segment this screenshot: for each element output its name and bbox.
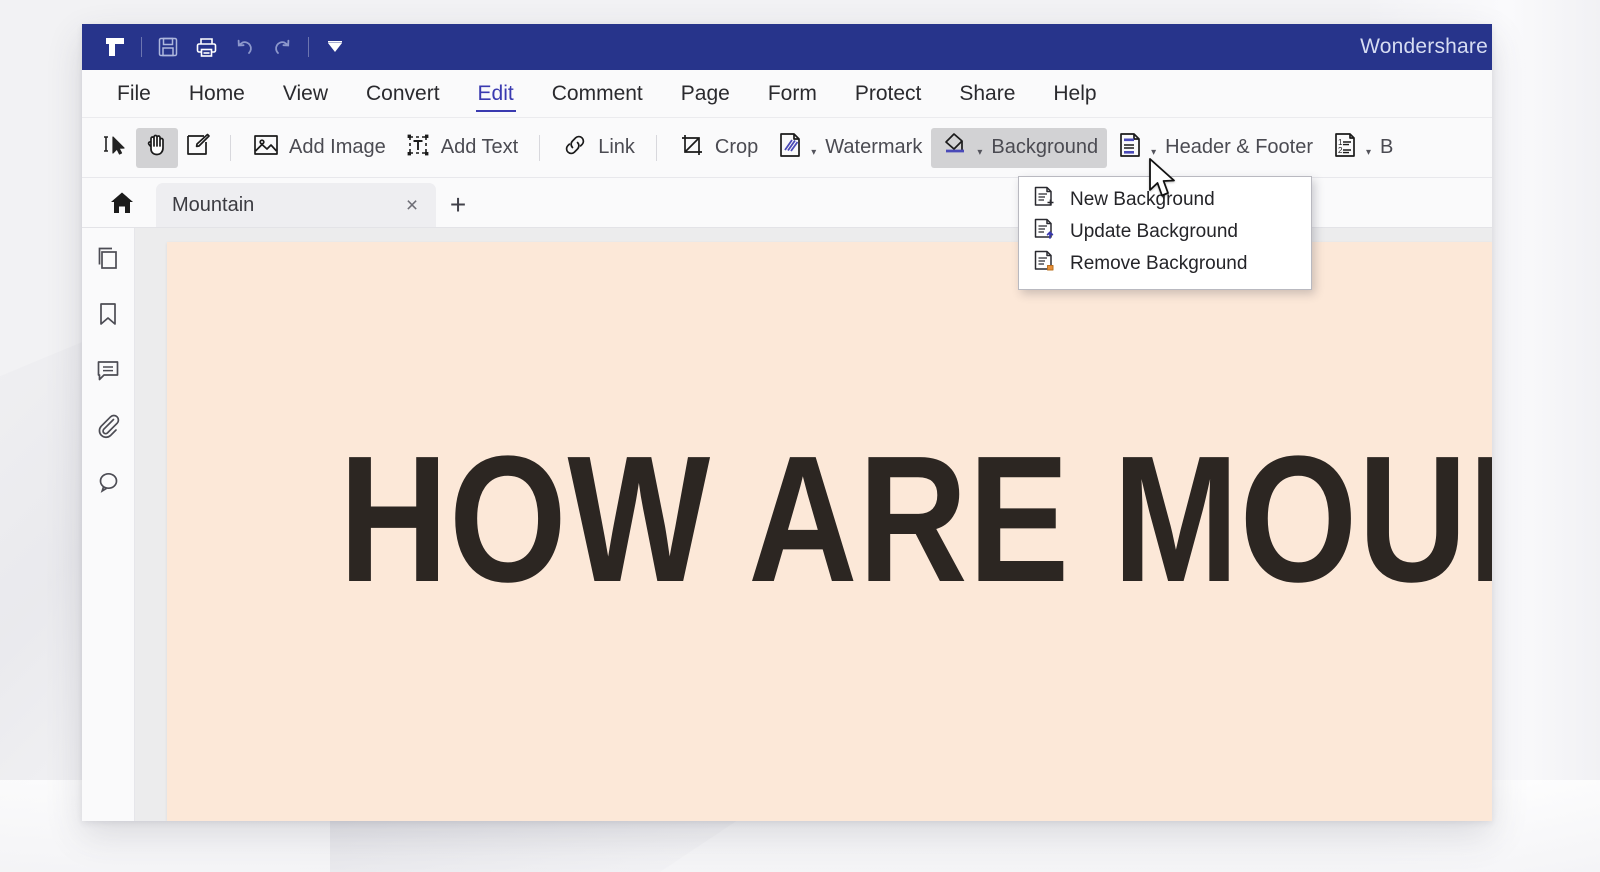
background-chevron-down-icon[interactable]: ▾ bbox=[977, 147, 982, 158]
crop-label: Crop bbox=[714, 136, 759, 158]
pdfelement-logo-icon[interactable] bbox=[96, 29, 134, 65]
document-remove-icon bbox=[1031, 249, 1056, 279]
home-tab-button[interactable] bbox=[96, 183, 148, 227]
menu-item-update-background[interactable]: Update Background bbox=[1019, 216, 1311, 248]
link-button[interactable]: Link bbox=[552, 128, 644, 168]
print-icon[interactable] bbox=[187, 29, 225, 65]
menu-item-new-background[interactable]: New Background bbox=[1019, 184, 1311, 216]
hand-tool[interactable] bbox=[136, 127, 178, 168]
new-tab-button[interactable]: + bbox=[436, 183, 480, 227]
bookmarks-icon bbox=[95, 301, 121, 332]
bates-numbering-label: B bbox=[1380, 136, 1394, 158]
ribbon-divider-2 bbox=[539, 134, 541, 161]
menu-item-home[interactable]: Home bbox=[170, 70, 264, 118]
add-image-label: Add Image bbox=[289, 136, 386, 158]
background-button[interactable]: ▾ Background bbox=[931, 127, 1108, 168]
header-footer-label: Header & Footer bbox=[1165, 136, 1314, 158]
select-cursor-icon bbox=[100, 130, 130, 165]
menu-item-convert[interactable]: Convert bbox=[347, 70, 459, 118]
sidebar-item-annotations[interactable] bbox=[88, 354, 128, 390]
sidebar-item-bookmarks[interactable] bbox=[88, 298, 128, 334]
select-cursor-tool[interactable] bbox=[94, 128, 136, 168]
background-bottom-shadow bbox=[330, 812, 750, 872]
document-tab-mountain[interactable]: Mountain × bbox=[156, 183, 436, 227]
watermark-icon bbox=[776, 131, 804, 164]
attachments-icon bbox=[95, 413, 121, 444]
bates-numbering-chevron-down-icon[interactable]: ▾ bbox=[1366, 147, 1371, 158]
redo-icon[interactable] bbox=[263, 29, 301, 65]
remove-background-label: Remove Background bbox=[1070, 253, 1248, 274]
add-image-icon bbox=[252, 131, 280, 164]
menu-item-protect[interactable]: Protect bbox=[836, 70, 941, 118]
header-footer-icon bbox=[1116, 131, 1144, 164]
add-text-label: Add Text bbox=[440, 136, 519, 158]
link-label: Link bbox=[598, 136, 635, 158]
bates-numbering-button[interactable]: 1 2 ▾ B bbox=[1322, 128, 1402, 168]
sidebar-item-search[interactable] bbox=[88, 466, 128, 502]
menu-item-form[interactable]: Form bbox=[749, 70, 836, 118]
ribbon-toolbar: Add Image Add Text Link Crop ▾ Watermark… bbox=[82, 118, 1492, 178]
link-icon bbox=[561, 131, 589, 164]
document-tab-label: Mountain bbox=[172, 193, 255, 216]
quick-access-toolbar bbox=[96, 29, 354, 65]
undo-icon[interactable] bbox=[225, 29, 263, 65]
sidebar-item-attachments[interactable] bbox=[88, 410, 128, 446]
document-update-icon bbox=[1031, 217, 1056, 247]
application-window: Wondershare File Home View Convert Edit … bbox=[82, 24, 1492, 821]
update-background-label: Update Background bbox=[1070, 221, 1238, 242]
crop-button[interactable]: Crop bbox=[669, 128, 767, 168]
annotations-icon bbox=[95, 357, 121, 388]
work-area: HOW ARE MOUN bbox=[82, 228, 1492, 821]
svg-text:2: 2 bbox=[1338, 146, 1343, 155]
menu-item-help[interactable]: Help bbox=[1034, 70, 1115, 118]
window-title: Wondershare bbox=[1360, 35, 1488, 58]
page-heading-text[interactable]: HOW ARE MOUN bbox=[339, 430, 1492, 610]
close-icon[interactable]: × bbox=[400, 195, 424, 216]
hand-tool-icon bbox=[142, 130, 172, 165]
page-thumbnails-icon bbox=[95, 245, 121, 276]
edit-pencil-tool[interactable] bbox=[178, 128, 218, 168]
watermark-button[interactable]: ▾ Watermark bbox=[767, 128, 931, 168]
ribbon-divider-1 bbox=[230, 134, 231, 161]
new-background-label: New Background bbox=[1070, 189, 1215, 210]
menu-item-file[interactable]: File bbox=[98, 70, 170, 118]
menu-item-page[interactable]: Page bbox=[662, 70, 749, 118]
title-bar: Wondershare bbox=[82, 24, 1492, 70]
search-icon bbox=[95, 469, 121, 500]
customize-toolbar-icon[interactable] bbox=[316, 29, 354, 65]
home-icon bbox=[109, 190, 135, 221]
save-icon[interactable] bbox=[149, 29, 187, 65]
pdf-page[interactable]: HOW ARE MOUN bbox=[167, 242, 1492, 821]
titlebar-divider-1 bbox=[141, 37, 142, 57]
background-icon bbox=[940, 130, 970, 165]
header-footer-button[interactable]: ▾ Header & Footer bbox=[1107, 128, 1322, 168]
crop-icon bbox=[678, 131, 706, 164]
watermark-label: Watermark bbox=[825, 136, 923, 158]
watermark-chevron-down-icon[interactable]: ▾ bbox=[811, 147, 816, 158]
background-label: Background bbox=[991, 136, 1099, 158]
add-text-button[interactable]: Add Text bbox=[395, 128, 527, 168]
menu-item-share[interactable]: Share bbox=[940, 70, 1034, 118]
menu-item-view[interactable]: View bbox=[264, 70, 347, 118]
add-image-button[interactable]: Add Image bbox=[243, 128, 395, 168]
titlebar-divider-2 bbox=[308, 37, 309, 57]
sidebar-item-thumbnails[interactable] bbox=[88, 242, 128, 278]
menu-item-edit[interactable]: Edit bbox=[459, 70, 533, 118]
document-add-icon bbox=[1031, 185, 1056, 215]
bates-numbering-icon: 1 2 bbox=[1331, 131, 1359, 164]
menu-bar: File Home View Convert Edit Comment Page… bbox=[82, 70, 1492, 118]
menu-item-comment[interactable]: Comment bbox=[533, 70, 662, 118]
header-footer-chevron-down-icon[interactable]: ▾ bbox=[1151, 147, 1156, 158]
add-text-icon bbox=[404, 131, 432, 164]
ribbon-divider-3 bbox=[655, 134, 657, 161]
document-canvas[interactable]: HOW ARE MOUN bbox=[135, 228, 1492, 821]
left-sidebar bbox=[82, 228, 135, 821]
menu-item-remove-background[interactable]: Remove Background bbox=[1019, 248, 1311, 280]
edit-pencil-icon bbox=[184, 131, 212, 164]
background-dropdown-menu: New Background Update Background Remove … bbox=[1018, 176, 1312, 290]
